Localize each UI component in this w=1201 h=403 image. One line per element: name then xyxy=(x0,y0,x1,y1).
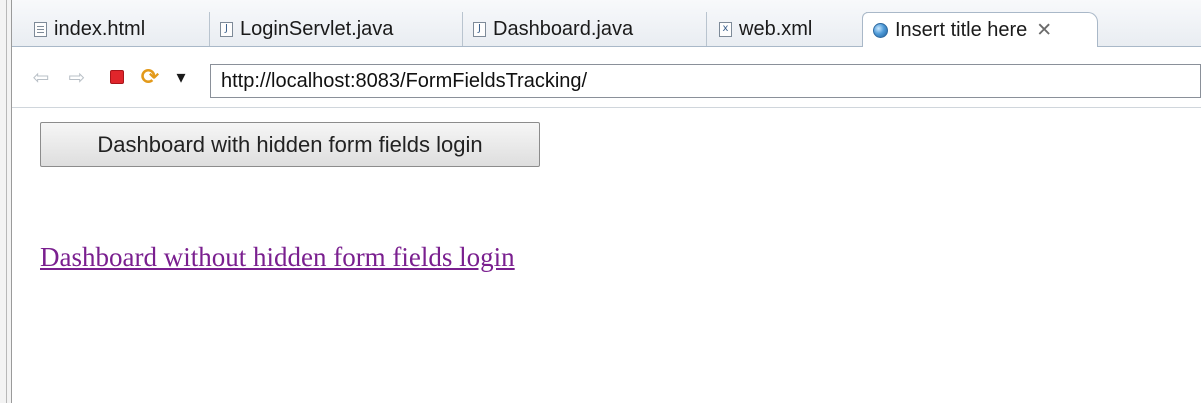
browser-page-content: Dashboard with hidden form fields login … xyxy=(12,108,1201,403)
browser-navigation-bar: ⇦ ⇨ ⟳ ▾ http://localhost:8083/FormFields… xyxy=(12,47,1201,108)
java-file-icon: J xyxy=(473,21,486,37)
chevron-down-icon[interactable]: ▾ xyxy=(170,65,192,89)
stop-icon[interactable] xyxy=(106,65,128,89)
tab-label: web.xml xyxy=(739,17,813,40)
globe-icon xyxy=(873,22,888,38)
tab-label: LoginServlet.java xyxy=(240,17,394,40)
dashboard-with-hidden-fields-button[interactable]: Dashboard with hidden form fields login xyxy=(40,122,540,167)
tab-label: Insert title here xyxy=(895,18,1028,41)
tab-dashboard-java[interactable]: J Dashboard.java xyxy=(463,12,707,46)
tab-label: index.html xyxy=(54,17,146,40)
forward-arrow-icon[interactable]: ⇨ xyxy=(66,65,88,89)
tab-index-html[interactable]: index.html xyxy=(18,12,210,46)
dashboard-without-hidden-fields-link[interactable]: Dashboard without hidden form fields log… xyxy=(40,242,515,273)
editor-tab-bar: index.html J LoginServlet.java J Dashboa… xyxy=(12,0,1201,47)
refresh-icon[interactable]: ⟳ xyxy=(138,65,162,90)
tab-label: Dashboard.java xyxy=(493,17,634,40)
tab-insert-title-here[interactable]: Insert title here ✕ xyxy=(862,12,1098,47)
back-arrow-icon[interactable]: ⇦ xyxy=(30,65,52,89)
close-icon[interactable]: ✕ xyxy=(1036,19,1052,42)
tab-loginservlet-java[interactable]: J LoginServlet.java xyxy=(210,12,463,46)
tab-web-xml[interactable]: x web.xml xyxy=(707,12,867,46)
xml-file-icon: x xyxy=(719,21,732,37)
java-file-icon: J xyxy=(220,21,233,37)
html-file-icon xyxy=(34,21,47,37)
url-input[interactable]: http://localhost:8083/FormFieldsTracking… xyxy=(210,64,1201,98)
